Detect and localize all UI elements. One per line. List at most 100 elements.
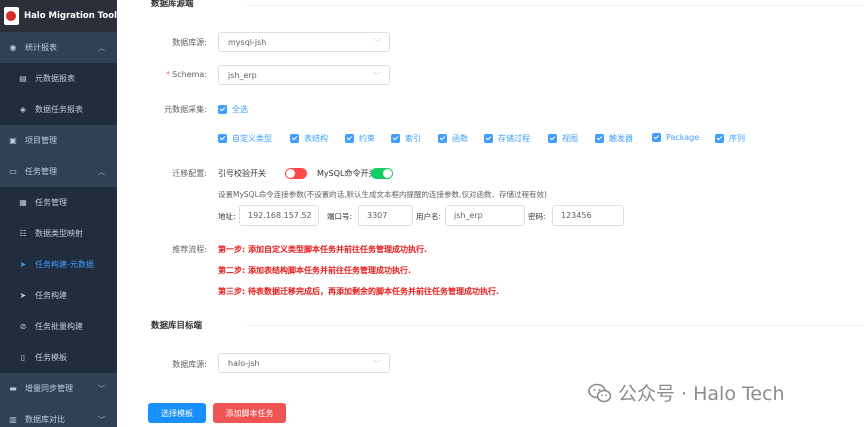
sidebar-item-incremental-sync[interactable]: ▬ 增量同步管理 ﹀ <box>0 373 117 404</box>
sidebar-item-task-build[interactable]: ➤ 任务构建 <box>0 280 117 311</box>
sync-icon: ▬ <box>9 384 17 393</box>
target-db-select[interactable]: halo-jsh ﹀ <box>218 353 390 373</box>
option-checkbox-table-structure[interactable]: 表结构 <box>290 133 328 144</box>
project-icon: ▣ <box>9 136 17 145</box>
option-checkbox-trigger[interactable]: 触发器 <box>595 133 633 144</box>
watermark-text: 公众号 · Halo Tech <box>618 383 785 405</box>
quote-check-switch-label: 引号校验开关 <box>218 169 266 178</box>
select-template-button[interactable]: 选择模板 <box>148 403 206 423</box>
username-input[interactable]: jsh_erp <box>445 205 525 226</box>
select-all-checkbox[interactable]: 全选 <box>218 104 248 115</box>
checkbox-checked-icon <box>595 134 604 143</box>
checkbox-checked-icon <box>218 105 227 114</box>
target-db-label: 数据库源: <box>172 360 207 369</box>
source-db-value: mysql-jsh <box>228 37 267 47</box>
port-value: 3307 <box>367 211 388 220</box>
add-script-task-button[interactable]: 添加脚本任务 <box>213 403 286 423</box>
sidebar-item-label: 任务批量构建 <box>35 322 83 331</box>
sidebar-item-task-build-metadata[interactable]: ➤ 任务构建-元数据 <box>0 249 117 280</box>
chevron-up-icon: ︿ <box>98 167 105 176</box>
mapping-icon: ☷ <box>19 229 27 238</box>
checkbox-checked-icon <box>548 134 557 143</box>
report-icon: ◈ <box>19 105 27 114</box>
option-checkbox-sequence[interactable]: 序列 <box>715 133 745 144</box>
username-label: 用户名: <box>416 212 442 221</box>
checkbox-checked-icon <box>218 134 227 143</box>
divider <box>247 5 864 6</box>
template-icon: ▯ <box>20 353 26 362</box>
sidebar-item-type-mapping[interactable]: ☷ 数据类型映射 <box>0 218 117 249</box>
address-input[interactable]: 192.168.157.52 <box>239 205 319 226</box>
sidebar-item-batch-build[interactable]: ⊘ 任务批量构建 <box>0 311 117 342</box>
checkbox-checked-icon <box>715 134 724 143</box>
mysql-connection-hint: 设置MySQL命令连接参数(不设置的话,默认生成文本框内提醒的连接参数,仅对函数… <box>218 190 547 199</box>
option-checkbox-view[interactable]: 视图 <box>548 133 578 144</box>
option-label: 约束 <box>359 134 375 143</box>
option-checkbox-constraint[interactable]: 约束 <box>345 133 375 144</box>
sidebar-item-label: 任务模板 <box>35 353 67 362</box>
sidebar-item-metadata-report[interactable]: ▤ 元数据报表 <box>0 63 117 94</box>
process-step-1: 第一步: 添加自定义类型脚本任务并前往任务管理成功执行. <box>218 245 428 254</box>
compare-icon: ▥ <box>9 415 17 424</box>
process-step-2: 第二步: 添加表结构脚本任务并前往任务管理成功执行. <box>218 266 412 275</box>
checkbox-checked-icon <box>391 134 400 143</box>
sidebar-item-stat-report[interactable]: ◉ 统计报表 ︿ <box>0 32 117 63</box>
option-checkbox-function[interactable]: 函数 <box>438 133 468 144</box>
target-db-value: halo-jsh <box>228 358 260 368</box>
option-label: Package <box>666 133 700 142</box>
option-label: 触发器 <box>609 134 633 143</box>
address-label: 地址: <box>218 212 236 221</box>
password-input[interactable]: 123456 <box>552 205 624 226</box>
option-checkbox-procedure[interactable]: 存储过程 <box>484 133 530 144</box>
option-label: 表结构 <box>304 134 328 143</box>
batch-icon: ⊘ <box>19 322 27 331</box>
list-icon: ▦ <box>19 198 27 207</box>
source-db-select[interactable]: mysql-jsh ﹀ <box>218 32 390 52</box>
required-mark: * <box>166 70 171 79</box>
option-checkbox-package[interactable]: Package <box>652 133 699 142</box>
mysql-command-switch-label: MySQL命令开关: <box>317 169 380 178</box>
dashboard-icon: ◉ <box>9 43 17 52</box>
option-label: 序列 <box>729 134 745 143</box>
migration-label: 迁移配置: <box>172 169 207 178</box>
wechat-icon <box>588 383 612 402</box>
schema-select[interactable]: jsh_erp ﹀ <box>218 65 390 85</box>
schema-label-text: Schema: <box>172 70 207 79</box>
source-section-title: 数据库源端 <box>151 0 194 9</box>
sidebar-item-label: 元数据报表 <box>35 74 75 83</box>
process-label: 推荐流程: <box>172 245 207 254</box>
main-content: 数据库源端 数据库源: mysql-jsh ﹀ * Schema: jsh_erp… <box>117 0 864 427</box>
option-checkbox-custom-type[interactable]: 自定义类型 <box>218 133 272 144</box>
sidebar-item-task-template[interactable]: ▯ 任务模板 <box>0 342 117 373</box>
port-input[interactable]: 3307 <box>358 205 413 226</box>
option-label: 自定义类型 <box>232 134 272 143</box>
sidebar-item-label: 任务构建 <box>35 291 67 300</box>
sidebar-item-label: 数据类型映射 <box>35 229 83 238</box>
chevron-down-icon: ﹀ <box>98 415 105 424</box>
quote-check-switch[interactable] <box>285 168 307 179</box>
sidebar: Halo Migration Tool ◉ 统计报表 ︿ ▤ 元数据报表 ◈ 数… <box>0 0 117 427</box>
sidebar-item-project-management[interactable]: ▣ 项目管理 <box>0 125 117 156</box>
option-checkbox-index[interactable]: 索引 <box>391 133 421 144</box>
send-icon: ➤ <box>19 291 27 300</box>
watermark: 公众号 · Halo Tech <box>588 379 785 406</box>
chevron-down-icon: ﹀ <box>374 360 381 368</box>
address-value: 192.168.157.52 <box>248 211 312 220</box>
schema-value: jsh_erp <box>228 70 257 80</box>
password-label: 密码: <box>528 212 546 221</box>
app-logo <box>4 7 19 25</box>
task-icon: ▭ <box>9 167 17 176</box>
target-section-title: 数据库目标端 <box>151 321 203 331</box>
sidebar-item-db-compare[interactable]: ▥ 数据库对比 ﹀ <box>0 404 117 427</box>
option-label: 视图 <box>562 134 578 143</box>
report-icon: ▤ <box>19 74 27 83</box>
chevron-down-icon: ﹀ <box>374 39 381 47</box>
sidebar-item-data-task-report[interactable]: ◈ 数据任务报表 <box>0 94 117 125</box>
mysql-command-switch[interactable] <box>371 168 393 179</box>
option-label: 存储过程 <box>498 134 530 143</box>
sidebar-item-task-list[interactable]: ▦ 任务管理 <box>0 187 117 218</box>
sidebar-item-task-management[interactable]: ▭ 任务管理 ︿ <box>0 156 117 187</box>
checkbox-checked-icon <box>438 134 447 143</box>
source-db-label: 数据库源: <box>172 38 207 47</box>
switch-knob <box>383 169 392 178</box>
